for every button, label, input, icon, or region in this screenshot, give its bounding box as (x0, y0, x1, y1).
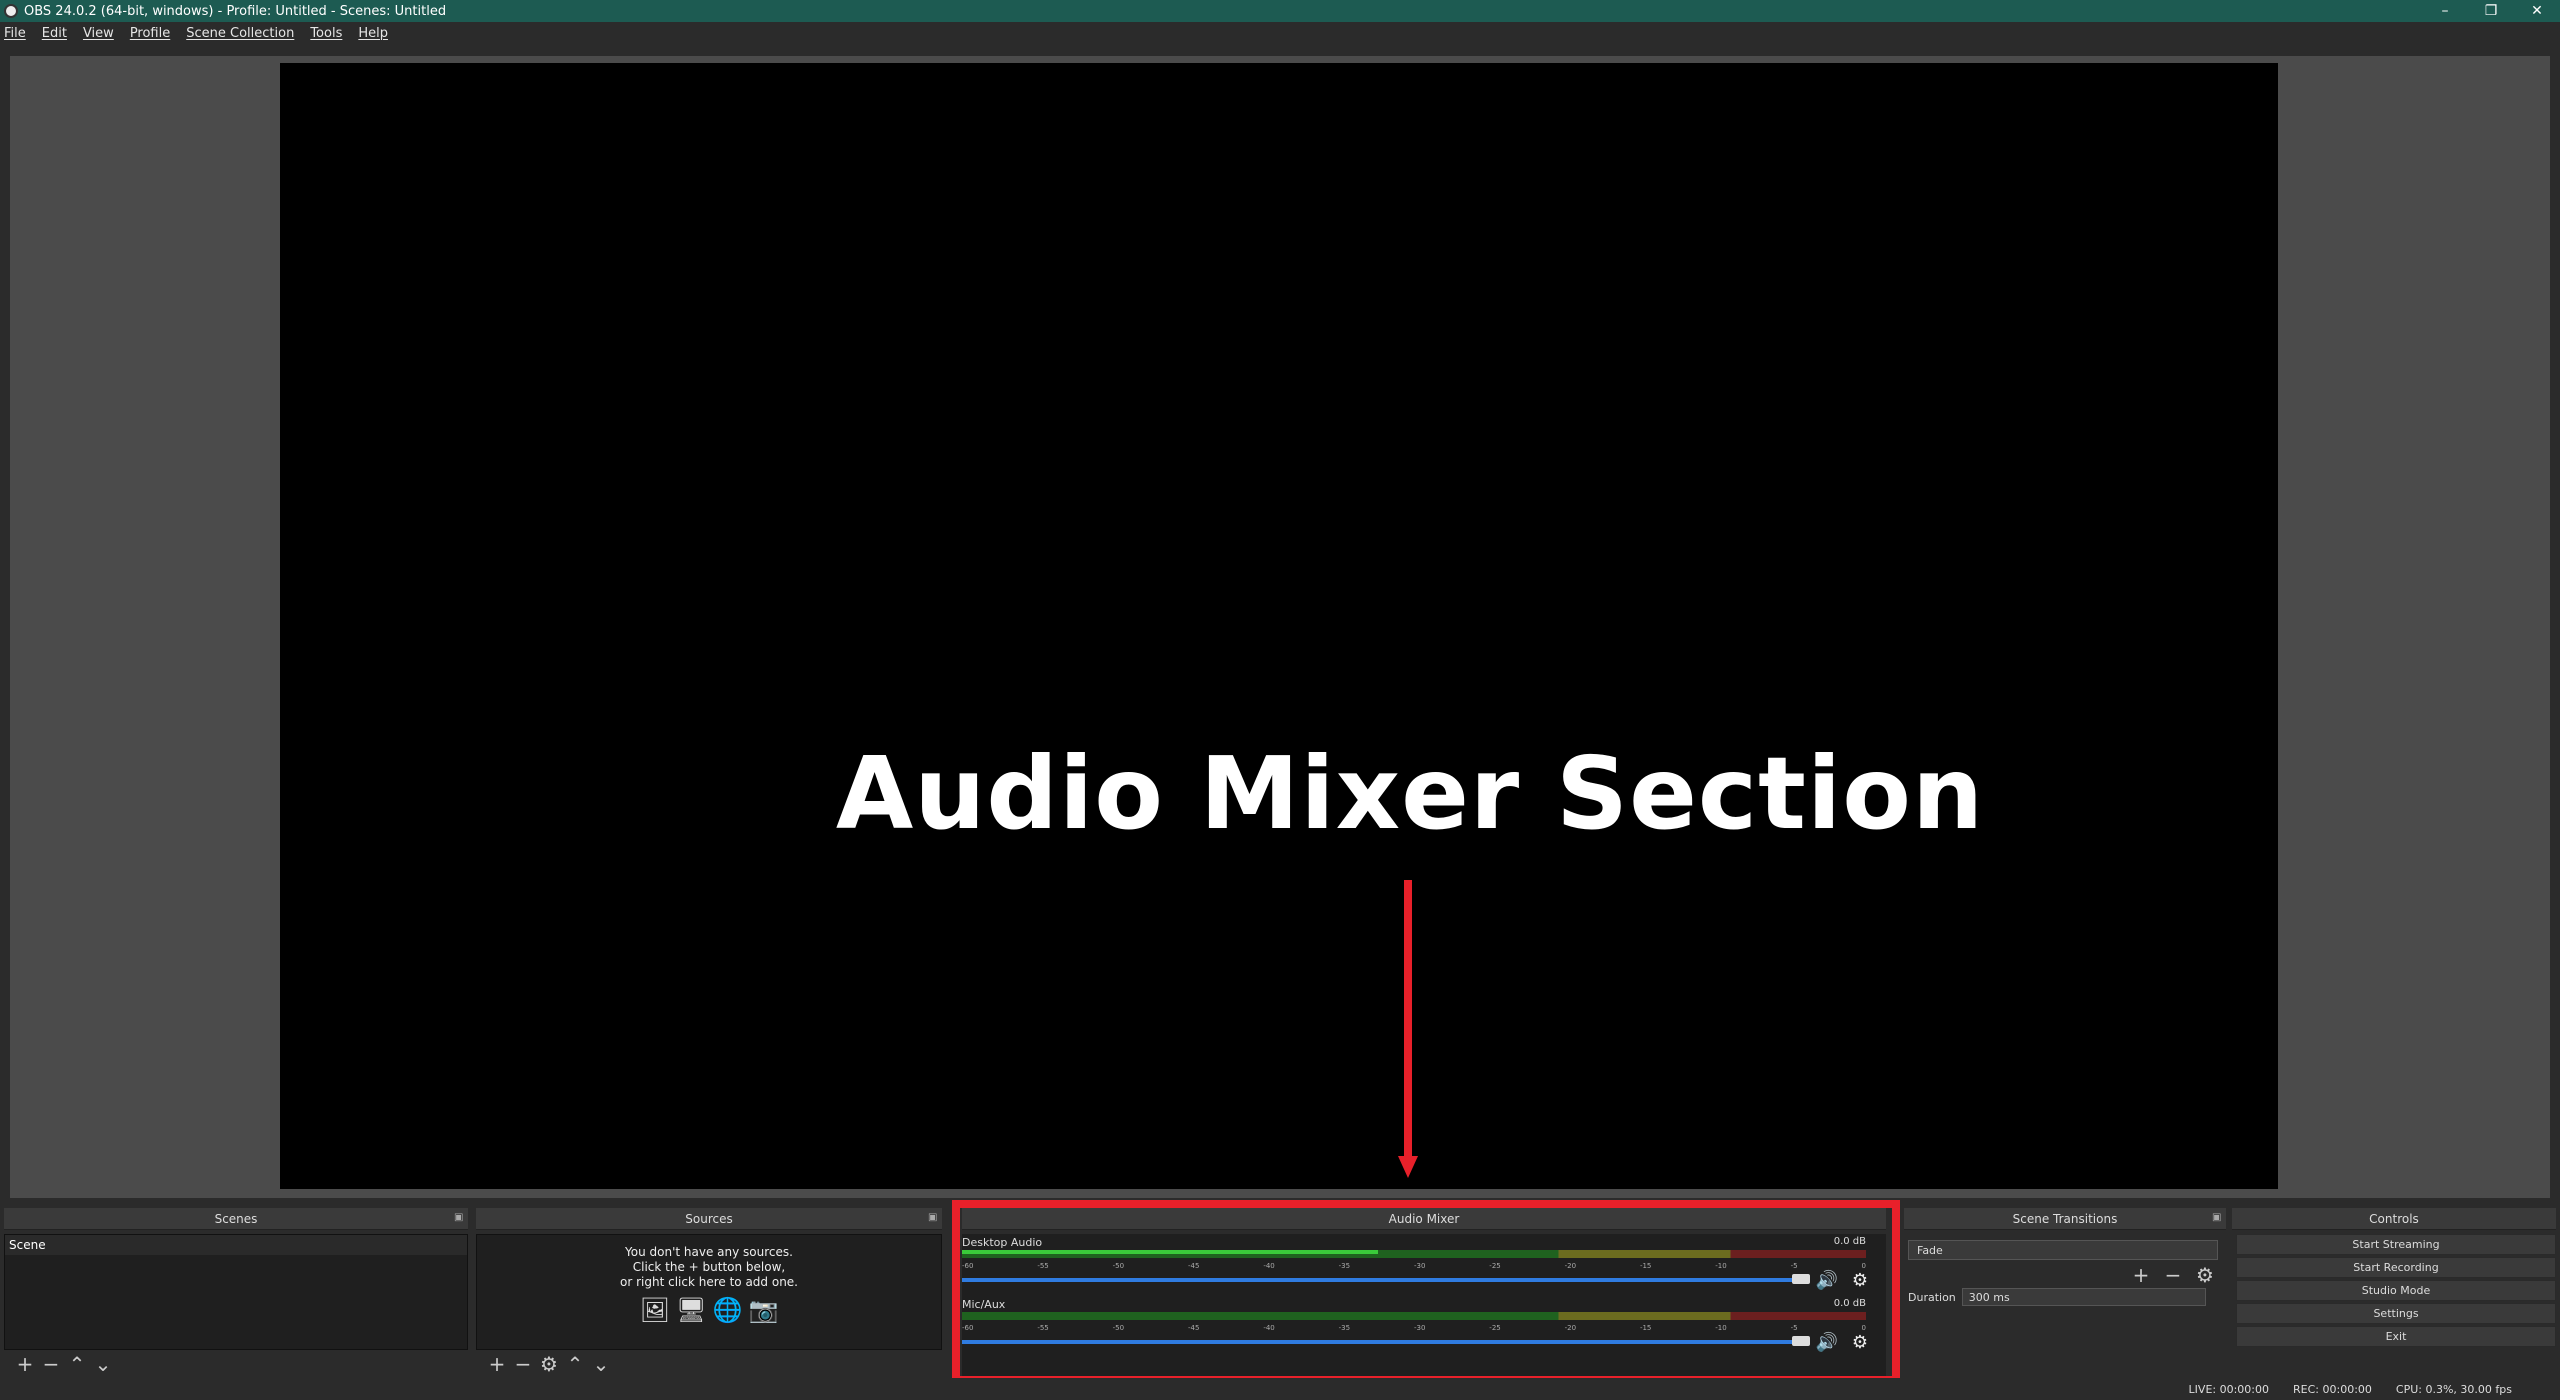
gear-icon[interactable]: ⚙ (2192, 1263, 2218, 1287)
remove-transition-button[interactable]: − (2160, 1263, 2186, 1287)
undock-icon[interactable]: ▣ (454, 1213, 464, 1223)
display-icon: 🖥 (676, 1296, 707, 1324)
globe-icon: 🌐 (712, 1296, 743, 1324)
sources-dock-title: Sources (685, 1211, 733, 1226)
restore-button[interactable]: ❐ (2468, 0, 2514, 22)
sources-dock-header: Sources ▣ (476, 1208, 942, 1230)
menu-file[interactable]: File (4, 26, 26, 41)
annotation-label: Audio Mixer Section (835, 735, 1985, 852)
status-bar: LIVE: 00:00:00 REC: 00:00:00 CPU: 0.3%, … (0, 1378, 2560, 1400)
duration-label: Duration (1908, 1290, 1956, 1304)
source-type-icons: 🖼 🖥 🌐 📷 (477, 1296, 941, 1324)
menu-profile[interactable]: Profile (130, 26, 170, 41)
add-transition-button[interactable]: + (2128, 1263, 2154, 1287)
scenes-toolbar: + − ⌃ ⌄ (4, 1352, 468, 1376)
transitions-header: Scene Transitions ▣ (1904, 1208, 2226, 1230)
preview-area (10, 56, 2550, 1198)
live-status: LIVE: 00:00:00 (2188, 1382, 2270, 1396)
window-controls: – ❐ ✕ (2422, 0, 2560, 22)
move-up-icon[interactable]: ⌃ (562, 1352, 588, 1376)
scenes-dock-header: Scenes ▣ (4, 1208, 468, 1230)
duration-input[interactable]: 300 ms (1961, 1288, 2206, 1306)
duration-row: Duration 300 ms (1908, 1288, 2206, 1306)
scenes-dock: Scenes ▣ Scene + − ⌃ ⌄ (4, 1208, 468, 1376)
scenes-list[interactable]: Scene (4, 1234, 468, 1350)
obs-logo-icon (4, 4, 18, 18)
add-scene-button[interactable]: + (12, 1352, 38, 1376)
studio-mode-button[interactable]: Studio Mode (2236, 1280, 2556, 1301)
scenes-dock-title: Scenes (214, 1211, 258, 1226)
start-recording-button[interactable]: Start Recording (2236, 1257, 2556, 1278)
add-source-button[interactable]: + (484, 1352, 510, 1376)
move-down-icon[interactable]: ⌄ (588, 1352, 614, 1376)
sources-empty-message: You don't have any sources. Click the + … (620, 1245, 798, 1289)
undock-icon[interactable]: ▣ (2212, 1213, 2222, 1223)
controls-dock: Controls Start Streaming Start Recording… (2232, 1208, 2556, 1376)
menu-help[interactable]: Help (358, 26, 388, 41)
image-icon: 🖼 (639, 1296, 671, 1324)
undock-icon[interactable]: ▣ (928, 1213, 938, 1223)
remove-source-button[interactable]: − (510, 1352, 536, 1376)
start-streaming-button[interactable]: Start Streaming (2236, 1234, 2556, 1255)
settings-button[interactable]: Settings (2236, 1303, 2556, 1324)
title-bar: OBS 24.0.2 (64-bit, windows) - Profile: … (0, 0, 2560, 22)
close-button[interactable]: ✕ (2514, 0, 2560, 22)
controls-header: Controls (2232, 1208, 2556, 1230)
exit-button[interactable]: Exit (2236, 1326, 2556, 1347)
transition-select[interactable]: Fade (1908, 1240, 2218, 1260)
move-down-icon[interactable]: ⌄ (90, 1352, 116, 1376)
menu-edit[interactable]: Edit (42, 26, 67, 41)
transition-tools: + − ⚙ (2128, 1263, 2218, 1287)
sources-list[interactable]: You don't have any sources. Click the + … (476, 1234, 942, 1350)
gear-icon[interactable]: ⚙ (536, 1352, 562, 1376)
cpu-status: CPU: 0.3%, 30.00 fps (2395, 1382, 2512, 1396)
highlight-box (952, 1200, 1900, 1384)
annotation-arrow-icon (1398, 880, 1418, 1178)
move-up-icon[interactable]: ⌃ (64, 1352, 90, 1376)
sources-toolbar: + − ⚙ ⌃ ⌄ (476, 1352, 942, 1376)
camera-icon: 📷 (748, 1296, 779, 1324)
scene-transitions-dock: Scene Transitions ▣ Fade + − ⚙ Duration … (1904, 1208, 2226, 1376)
menu-bar: File Edit View Profile Scene Collection … (0, 22, 2560, 44)
remove-scene-button[interactable]: − (38, 1352, 64, 1376)
sources-dock: Sources ▣ You don't have any sources. Cl… (476, 1208, 942, 1376)
minimize-button[interactable]: – (2422, 0, 2468, 22)
scene-item[interactable]: Scene (5, 1235, 467, 1255)
rec-status: REC: 00:00:00 (2293, 1382, 2372, 1396)
transitions-title: Scene Transitions (2012, 1211, 2118, 1226)
controls-title: Controls (2369, 1211, 2419, 1226)
menu-tools[interactable]: Tools (310, 26, 342, 41)
window-title: OBS 24.0.2 (64-bit, windows) - Profile: … (24, 3, 447, 19)
menu-view[interactable]: View (83, 26, 114, 41)
preview-canvas[interactable] (280, 63, 2278, 1189)
menu-scene-collection[interactable]: Scene Collection (186, 26, 294, 41)
